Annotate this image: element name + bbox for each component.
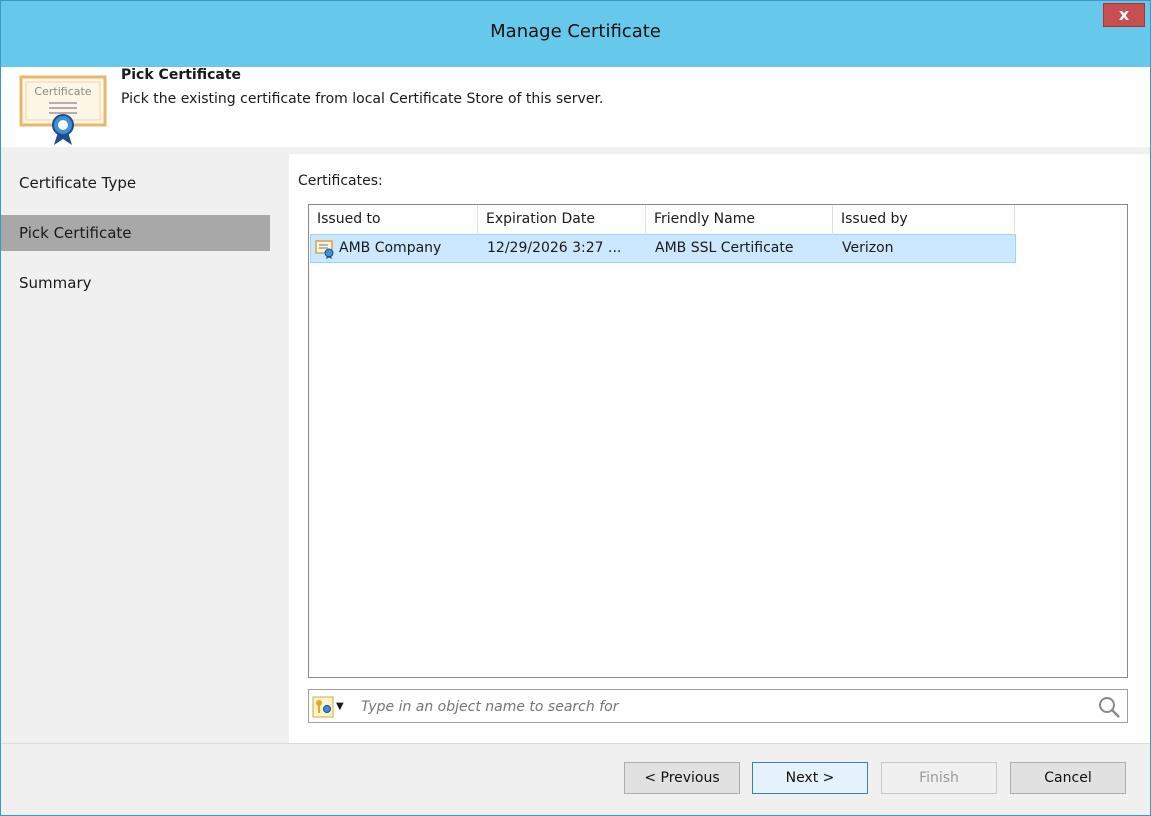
table-row[interactable]: AMB Company 12/29/2026 3:27 ... AMB SSL … bbox=[310, 234, 1016, 263]
column-header-friendly-name[interactable]: Friendly Name bbox=[646, 205, 833, 233]
column-header-issued-to[interactable]: Issued to bbox=[309, 205, 478, 233]
cell-issued-to: AMB Company bbox=[339, 240, 442, 256]
step-title: Pick Certificate bbox=[121, 67, 242, 83]
filter-icon bbox=[312, 696, 334, 718]
column-header-issued-by[interactable]: Issued by bbox=[833, 205, 1015, 233]
title-bar: Manage Certificate x bbox=[1, 1, 1150, 67]
cell-expiration-date: 12/29/2026 3:27 ... bbox=[487, 240, 622, 256]
certificate-icon: Certificate bbox=[19, 75, 107, 145]
nav-item-summary[interactable]: Summary bbox=[1, 265, 270, 301]
close-button[interactable]: x bbox=[1103, 3, 1145, 27]
search-input[interactable] bbox=[359, 692, 1083, 722]
finish-button[interactable]: Finish bbox=[881, 762, 997, 794]
certificates-list[interactable]: Issued to Expiration Date Friendly Name … bbox=[308, 204, 1128, 678]
certificate-row-icon bbox=[315, 240, 334, 259]
cancel-button[interactable]: Cancel bbox=[1010, 762, 1126, 794]
search-bar: ▼ bbox=[308, 689, 1128, 723]
step-description: Pick the existing certificate from local… bbox=[121, 91, 604, 107]
cell-issued-by: Verizon bbox=[842, 240, 894, 256]
chevron-down-icon: ▼ bbox=[336, 701, 344, 712]
footer-divider bbox=[1, 743, 1150, 744]
column-header-expiration-date[interactable]: Expiration Date bbox=[478, 205, 646, 233]
manage-certificate-dialog: Manage Certificate x Certificate Pick Ce… bbox=[0, 0, 1151, 816]
filter-dropdown-button[interactable]: ▼ bbox=[312, 696, 348, 718]
wizard-nav: Certificate Type Pick Certificate Summar… bbox=[1, 147, 288, 743]
certificates-label: Certificates: bbox=[298, 173, 383, 189]
next-button[interactable]: Next > bbox=[752, 762, 868, 794]
previous-button[interactable]: < Previous bbox=[624, 762, 740, 794]
search-icon[interactable] bbox=[1097, 695, 1121, 719]
nav-item-certificate-type[interactable]: Certificate Type bbox=[1, 165, 270, 201]
step-header: Certificate Pick Certificate Pick the ex… bbox=[1, 67, 1150, 147]
cell-friendly-name: AMB SSL Certificate bbox=[655, 240, 794, 256]
window-title: Manage Certificate bbox=[490, 21, 661, 42]
nav-item-pick-certificate[interactable]: Pick Certificate bbox=[1, 215, 270, 251]
certificate-icon-text: Certificate bbox=[34, 85, 91, 98]
